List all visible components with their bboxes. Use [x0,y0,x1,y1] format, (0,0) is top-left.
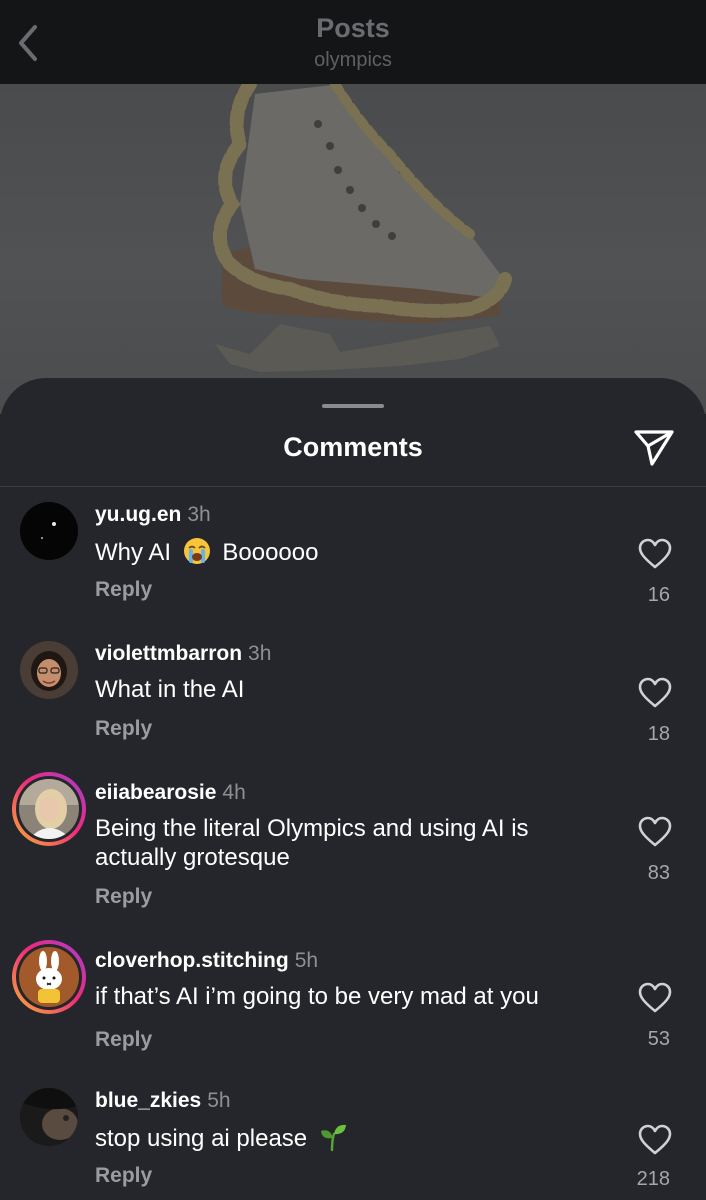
seedling-icon [320,1124,346,1152]
ice-skate-illustration [212,84,512,372]
like-button[interactable] [638,538,672,570]
comment-text-part: Why AI [95,539,172,566]
comment-meta: violettmbarron 3h [95,641,271,667]
top-navigation-bar: Posts olympics [0,0,706,84]
like-button[interactable] [638,982,672,1014]
comment-text-part: Boooooo [222,539,319,566]
comment-username[interactable]: yu.ug.en [95,503,181,526]
comment-timestamp: 3h [248,642,272,665]
heart-outline-icon [638,677,672,708]
story-ring-gap [16,776,82,842]
comment-text: Being the literal Olympics and using AI … [95,815,529,871]
avatar-image [41,522,56,539]
reply-button[interactable]: Reply [95,1028,152,1052]
comment-username[interactable]: eiiabearosie [95,781,216,804]
reply-button[interactable]: Reply [95,1164,152,1188]
sheet-drag-handle[interactable] [322,404,384,408]
like-count: 18 [647,723,670,745]
avatar[interactable] [20,641,78,699]
like-count: 83 [647,862,670,884]
avatar-image [19,947,79,1007]
comment-meta: eiiabearosie 4h [95,780,246,806]
avatar-image [19,779,79,839]
share-button[interactable] [630,426,678,470]
comment-meta: cloverhop.stitching 5h [95,948,318,974]
comment-username[interactable]: blue_zkies [95,1089,201,1112]
comment-timestamp: 5h [294,949,319,972]
page-subtitle: olympics [314,49,392,71]
comment-username[interactable]: cloverhop.stitching [95,949,289,972]
app-screen: Posts olympics Comments yu.ug.en 3h Why … [0,0,706,1200]
avatar-image [20,1088,78,1146]
comment-text: Why AI Boooooo [95,536,605,567]
comments-sheet: Comments yu.ug.en 3h Why AI Boooooo Repl… [0,378,706,1200]
avatar[interactable] [20,502,78,560]
comment-timestamp: 5h [207,1089,231,1112]
loudly-crying-face-icon [183,538,210,564]
heart-outline-icon [638,1124,672,1155]
avatar-image [20,641,78,699]
heart-outline-icon [638,982,672,1013]
paper-plane-icon [634,430,674,466]
comment-timestamp: 3h [187,503,211,526]
like-count: 16 [647,584,670,606]
like-button[interactable] [638,677,672,709]
avatar-with-story-ring[interactable] [12,772,86,846]
comment-text-part: stop using ai please [95,1125,308,1152]
sheet-divider [0,486,706,487]
comment-username[interactable]: violettmbarron [95,642,242,665]
reply-button[interactable]: Reply [95,578,152,602]
comment-meta: blue_zkies 5h [95,1088,231,1114]
page-title: Posts [316,13,390,43]
heart-outline-icon [638,816,672,847]
comment-meta: yu.ug.en 3h [95,502,211,528]
comments-title: Comments [283,432,423,462]
like-button[interactable] [638,1124,672,1156]
comment-text: if that’s AI i’m going to be very mad at… [95,983,539,1010]
like-button[interactable] [638,816,672,848]
heart-outline-icon [638,538,672,569]
comment-text: stop using ai please [95,1122,605,1153]
avatar[interactable] [20,1088,78,1146]
like-count: 218 [636,1168,670,1190]
like-count: 53 [647,1028,670,1050]
post-image [0,84,706,414]
comment-timestamp: 4h [222,781,246,804]
avatar-with-story-ring[interactable] [12,940,86,1014]
reply-button[interactable]: Reply [95,717,152,741]
story-ring-gap [16,944,82,1010]
reply-button[interactable]: Reply [95,885,152,909]
comment-text: What in the AI [95,676,245,703]
